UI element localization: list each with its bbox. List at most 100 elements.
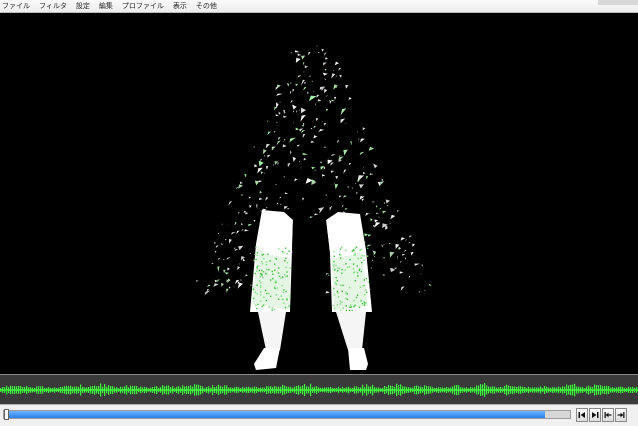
speckle xyxy=(284,306,287,309)
speckle xyxy=(356,265,358,267)
waveform-bar xyxy=(424,385,426,395)
waveform-bar xyxy=(316,386,318,394)
waveform-bar xyxy=(198,384,200,396)
speckle xyxy=(354,279,356,282)
next-frame-button[interactable] xyxy=(589,408,601,422)
menu-settings[interactable]: 設定 xyxy=(76,0,90,12)
menu-edit[interactable]: 編集 xyxy=(99,0,113,12)
menu-file[interactable]: ファイル xyxy=(2,0,30,12)
speckle xyxy=(334,281,337,284)
waveform-bar xyxy=(86,387,88,393)
speckle xyxy=(354,247,357,249)
speckle xyxy=(361,254,363,257)
speckle xyxy=(332,287,335,290)
speckle xyxy=(363,255,365,257)
speckle xyxy=(274,269,276,271)
waveform-bar xyxy=(58,387,60,393)
speckle xyxy=(265,273,268,275)
menu-other[interactable]: その他 xyxy=(196,0,217,12)
waveform-bar xyxy=(92,386,94,394)
waveform-bar xyxy=(120,386,122,394)
waveform-bar xyxy=(406,387,408,393)
waveform-bar xyxy=(478,385,480,395)
jump-end-button[interactable] xyxy=(615,408,627,422)
speckle xyxy=(333,261,335,263)
speckle xyxy=(259,273,262,275)
speckle xyxy=(337,292,339,294)
waveform-bar xyxy=(518,386,520,394)
waveform-bar xyxy=(620,386,622,394)
waveform-bar xyxy=(96,386,98,394)
speckle xyxy=(353,271,356,273)
speckle xyxy=(281,251,284,253)
speckle xyxy=(342,307,345,309)
waveform-bar xyxy=(154,386,156,394)
speckle xyxy=(288,250,290,252)
speckle xyxy=(280,295,282,297)
waveform-bar xyxy=(276,386,278,394)
speckle xyxy=(273,286,276,288)
waveform-bar xyxy=(290,386,292,393)
speckle xyxy=(272,278,274,280)
waveform-bar xyxy=(264,387,266,393)
waveform-bar xyxy=(56,388,58,392)
waveform-bar xyxy=(514,386,516,394)
waveform-bar xyxy=(578,386,580,394)
speckle xyxy=(286,299,288,301)
waveform-bar xyxy=(474,387,476,393)
speckle xyxy=(257,265,259,267)
speckle xyxy=(336,270,339,272)
waveform-bar xyxy=(574,383,576,397)
waveform-bar xyxy=(70,385,72,395)
waveform-bar xyxy=(374,387,376,393)
speckle xyxy=(344,269,346,271)
waveform-bar xyxy=(306,386,308,394)
waveform-bar xyxy=(300,386,302,394)
seek-bar[interactable] xyxy=(3,409,571,420)
speckle xyxy=(348,309,351,312)
speckle xyxy=(351,250,353,252)
waveform-bar xyxy=(506,384,508,396)
waveform-bar xyxy=(604,386,606,394)
prev-frame-button[interactable] xyxy=(576,408,588,422)
waveform-bar xyxy=(546,386,548,393)
waveform-bar xyxy=(210,387,212,393)
speckle xyxy=(263,258,265,260)
speckle xyxy=(276,287,279,289)
speckle xyxy=(254,253,256,255)
speckle xyxy=(336,304,339,306)
waveform-bar xyxy=(634,387,636,393)
waveform-bar xyxy=(106,386,108,394)
speckle xyxy=(289,295,291,297)
audio-waveform[interactable] xyxy=(0,374,638,404)
waveform-bar xyxy=(488,386,490,394)
waveform-bar xyxy=(494,386,496,394)
waveform-bar xyxy=(266,386,268,394)
speckle xyxy=(254,291,256,293)
jump-start-button[interactable] xyxy=(602,408,614,422)
waveform-bar xyxy=(124,386,126,394)
waveform-bar xyxy=(28,387,30,393)
speckle xyxy=(348,266,351,268)
waveform-bar xyxy=(362,384,364,396)
waveform-bar xyxy=(246,386,248,394)
waveform-bar xyxy=(236,386,238,394)
speckle xyxy=(271,307,273,309)
waveform-bar xyxy=(580,387,582,393)
waveform-bar xyxy=(272,387,274,393)
menu-view[interactable]: 表示 xyxy=(173,0,187,12)
prev-frame-icon xyxy=(578,412,585,418)
speckle xyxy=(337,267,339,269)
waveform-bar xyxy=(490,386,492,394)
waveform-bar xyxy=(544,386,546,394)
waveform-bar xyxy=(346,387,348,393)
menu-profile[interactable]: プロファイル xyxy=(122,0,164,12)
menu-filter[interactable]: フィルタ xyxy=(39,0,67,12)
waveform-bar xyxy=(136,386,138,394)
seek-handle[interactable] xyxy=(4,409,9,420)
waveform-bar xyxy=(598,385,600,395)
waveform-bar xyxy=(172,386,174,394)
waveform-bar xyxy=(274,386,276,394)
speckle xyxy=(260,294,262,296)
waveform-bar xyxy=(522,386,524,393)
